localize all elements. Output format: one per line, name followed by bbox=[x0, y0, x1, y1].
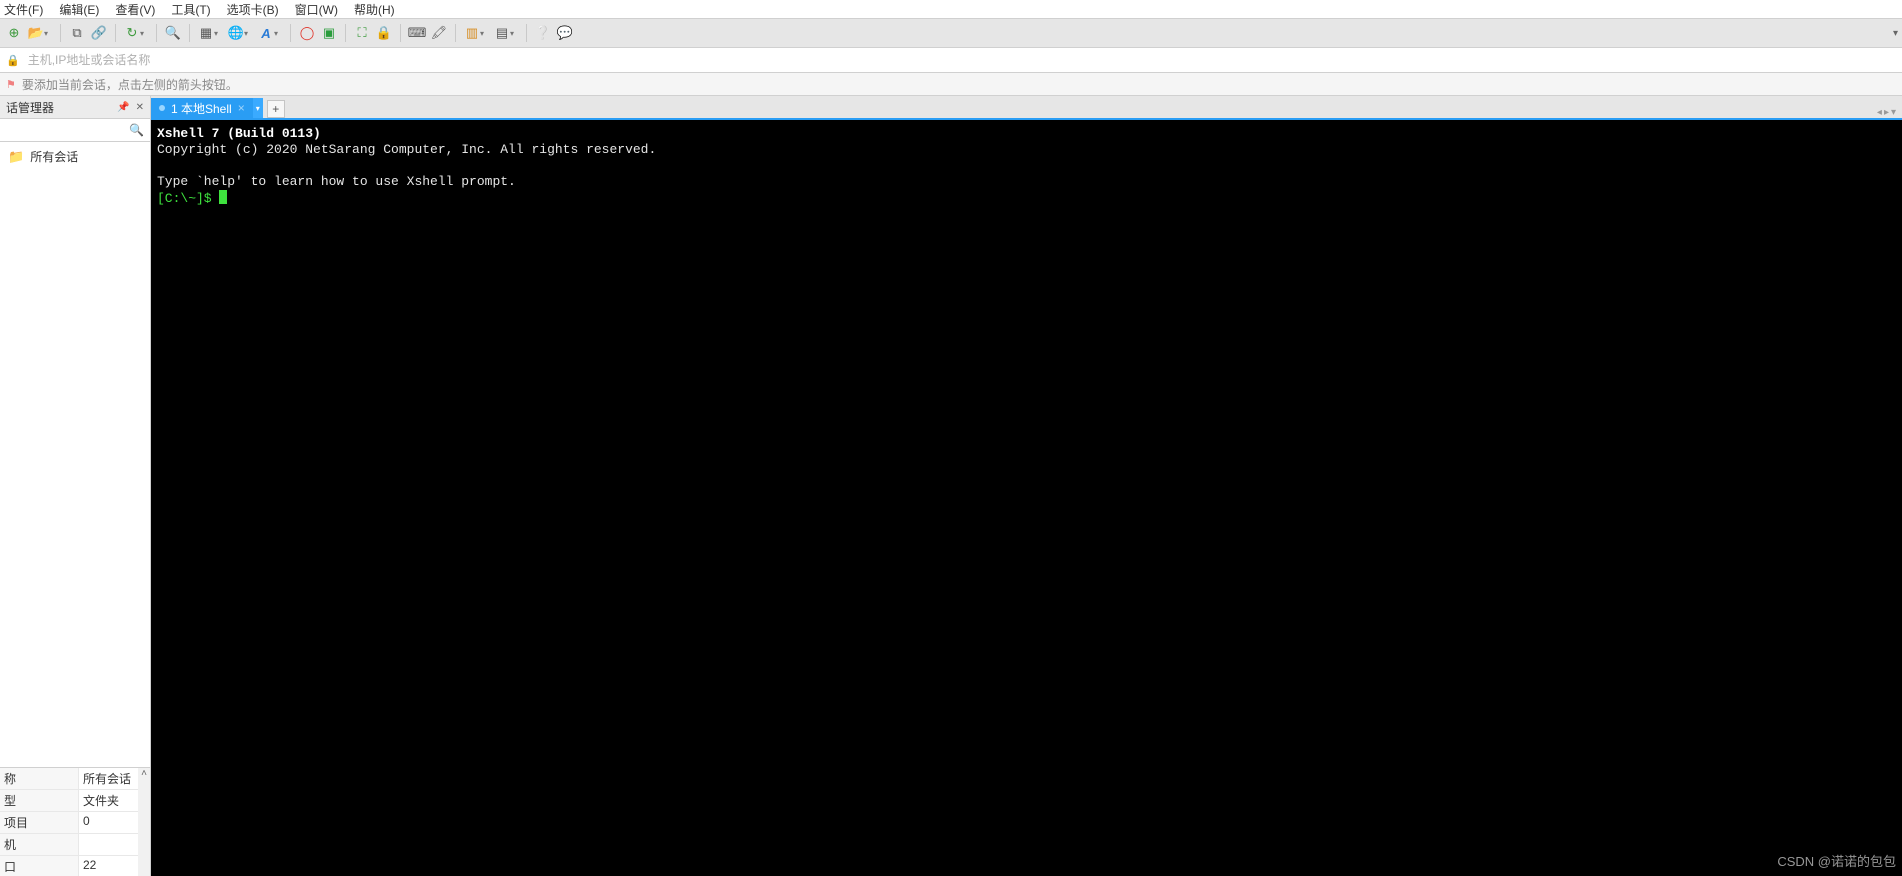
fullscreen-icon[interactable]: ⛶ bbox=[352, 23, 372, 43]
close-icon[interactable]: ✕ bbox=[136, 102, 144, 113]
menu-tabs[interactable]: 选项卡(B) bbox=[227, 1, 279, 18]
tab-close-icon[interactable]: × bbox=[238, 101, 245, 115]
terminal-prompt: [C:\~]$ bbox=[157, 191, 219, 206]
toolbar-sep bbox=[290, 24, 291, 42]
search-icon[interactable]: 🔍 bbox=[163, 23, 183, 43]
globe-icon[interactable]: 🌐 bbox=[226, 23, 246, 43]
terminal-line: Copyright (c) 2020 NetSarang Computer, I… bbox=[157, 142, 656, 157]
toolbar-sep bbox=[455, 24, 456, 42]
folder-icon: 📁 bbox=[8, 149, 24, 165]
prop-key: 型 bbox=[0, 790, 79, 811]
toolbar-sep bbox=[400, 24, 401, 42]
terminal[interactable]: Xshell 7 (Build 0113) Copyright (c) 2020… bbox=[151, 120, 1902, 876]
globe-dropdown-icon[interactable]: ▾ bbox=[244, 29, 252, 38]
session-manager-header: 话管理器 📌 ✕ bbox=[0, 96, 150, 119]
prop-value: 22 bbox=[79, 856, 138, 876]
new-session-icon[interactable]: ⊕ bbox=[4, 23, 24, 43]
search-icon: 🔍 bbox=[129, 123, 144, 137]
grid-dropdown-icon[interactable]: ▾ bbox=[510, 29, 518, 38]
lock-icon[interactable]: 🔒 bbox=[374, 23, 394, 43]
tab-status-dot-icon bbox=[159, 105, 165, 111]
toolbar-overflow-icon[interactable]: ▾ bbox=[1893, 28, 1898, 39]
prop-row: 机 bbox=[0, 834, 138, 856]
props-scrollbar[interactable]: ˄ bbox=[138, 768, 150, 876]
hint-bar: ⚑ 要添加当前会话，点击左侧的箭头按钮。 bbox=[0, 73, 1902, 96]
layout-dropdown-icon[interactable]: ▾ bbox=[214, 29, 222, 38]
pin-icon[interactable]: 📌 bbox=[117, 102, 129, 113]
prop-key: 口 bbox=[0, 856, 79, 876]
menu-view[interactable]: 查看(V) bbox=[115, 1, 155, 18]
menu-tools[interactable]: 工具(T) bbox=[171, 1, 210, 18]
session-properties: 称 所有会话 型 文件夹 项目 0 机 bbox=[0, 767, 150, 876]
tree-root-node[interactable]: 📁 所有会话 bbox=[6, 146, 144, 167]
open-dropdown-icon[interactable]: ▾ bbox=[44, 29, 52, 38]
open-folder-icon[interactable]: 📂 bbox=[26, 23, 46, 43]
address-input[interactable] bbox=[26, 52, 1896, 68]
toolbar-sep bbox=[345, 24, 346, 42]
tree-root-label: 所有会话 bbox=[30, 148, 78, 165]
address-lock-icon: 🔒 bbox=[6, 54, 20, 67]
layout-icon[interactable]: ▦ bbox=[196, 23, 216, 43]
toolbar-sep bbox=[156, 24, 157, 42]
terminal-cursor bbox=[219, 190, 227, 204]
play-icon[interactable]: ▣ bbox=[319, 23, 339, 43]
help-icon[interactable]: ❔ bbox=[533, 23, 553, 43]
prop-row: 称 所有会话 bbox=[0, 768, 138, 790]
toolbar-sep bbox=[115, 24, 116, 42]
keyboard-icon[interactable]: ⌨ bbox=[407, 23, 427, 43]
menu-edit[interactable]: 编辑(E) bbox=[59, 1, 99, 18]
tab-add-button[interactable]: + bbox=[267, 100, 285, 118]
tab-label: 1 本地Shell bbox=[171, 100, 232, 117]
menu-bar: 文件(F) 编辑(E) 查看(V) 工具(T) 选项卡(B) 窗口(W) 帮助(… bbox=[0, 0, 1902, 19]
session-tree[interactable]: 📁 所有会话 bbox=[0, 142, 150, 767]
session-search-bar[interactable]: 🔍 bbox=[0, 119, 150, 142]
tab-local-shell[interactable]: 1 本地Shell × bbox=[151, 98, 253, 118]
terminal-line: Xshell 7 (Build 0113) bbox=[157, 126, 321, 141]
tab-nav-left-icon[interactable]: ◂ bbox=[1877, 107, 1882, 118]
tab-dropdown-icon[interactable]: ▾ bbox=[253, 98, 263, 118]
session-manager-title: 话管理器 bbox=[6, 99, 54, 116]
toolbar-sep bbox=[189, 24, 190, 42]
prop-key: 机 bbox=[0, 834, 79, 855]
terminal-line: Type `help' to learn how to use Xshell p… bbox=[157, 174, 516, 189]
flag-icon: ⚑ bbox=[6, 78, 16, 91]
main-area: 1 本地Shell × ▾ + ◂ ▸ ▾ Xshell 7 (Build 01… bbox=[151, 96, 1902, 876]
tile-icon[interactable]: ▥ bbox=[462, 23, 482, 43]
prop-key: 项目 bbox=[0, 812, 79, 833]
stop-icon[interactable]: ◯ bbox=[297, 23, 317, 43]
chat-icon[interactable]: 💬 bbox=[555, 23, 575, 43]
tab-strip: 1 本地Shell × ▾ + ◂ ▸ ▾ bbox=[151, 96, 1902, 120]
toolbar-sep bbox=[60, 24, 61, 42]
font-dropdown-icon[interactable]: ▾ bbox=[274, 29, 282, 38]
session-manager-panel: 话管理器 📌 ✕ 🔍 📁 所有会话 称 所有会话 bbox=[0, 96, 151, 876]
toolbar-sep bbox=[526, 24, 527, 42]
scroll-up-icon[interactable]: ˄ bbox=[141, 768, 147, 779]
grid-icon[interactable]: ▤ bbox=[492, 23, 512, 43]
prop-key: 称 bbox=[0, 768, 79, 789]
reconnect-icon[interactable]: ↻ bbox=[122, 23, 142, 43]
copy-icon[interactable]: ⧉ bbox=[67, 23, 87, 43]
prop-row: 型 文件夹 bbox=[0, 790, 138, 812]
toolbar: ⊕ 📂▾ ⧉ 🔗 ↻▾ 🔍 ▦▾ 🌐▾ A▾ ◯ ▣ ⛶ 🔒 ⌨ 🖍 ▥▾ ▤▾… bbox=[0, 19, 1902, 48]
menu-file[interactable]: 文件(F) bbox=[4, 1, 43, 18]
reconnect-dropdown-icon[interactable]: ▾ bbox=[140, 29, 148, 38]
body-area: 话管理器 📌 ✕ 🔍 📁 所有会话 称 所有会话 bbox=[0, 96, 1902, 876]
prop-value bbox=[79, 834, 138, 855]
highlight-icon[interactable]: 🖍 bbox=[429, 23, 449, 43]
tab-overflow-icon[interactable]: ▾ bbox=[1891, 107, 1896, 118]
menu-window[interactable]: 窗口(W) bbox=[295, 1, 338, 18]
menu-help[interactable]: 帮助(H) bbox=[354, 1, 395, 18]
tab-nav-right-icon[interactable]: ▸ bbox=[1884, 107, 1889, 118]
prop-value: 0 bbox=[79, 812, 138, 833]
hint-text: 要添加当前会话，点击左侧的箭头按钮。 bbox=[22, 76, 238, 93]
link-icon[interactable]: 🔗 bbox=[89, 23, 109, 43]
prop-row: 口 22 bbox=[0, 856, 138, 876]
prop-value: 文件夹 bbox=[79, 790, 138, 811]
tile-dropdown-icon[interactable]: ▾ bbox=[480, 29, 488, 38]
prop-value: 所有会话 bbox=[79, 768, 138, 789]
prop-row: 项目 0 bbox=[0, 812, 138, 834]
address-bar: 🔒 bbox=[0, 48, 1902, 73]
font-icon[interactable]: A bbox=[256, 23, 276, 43]
